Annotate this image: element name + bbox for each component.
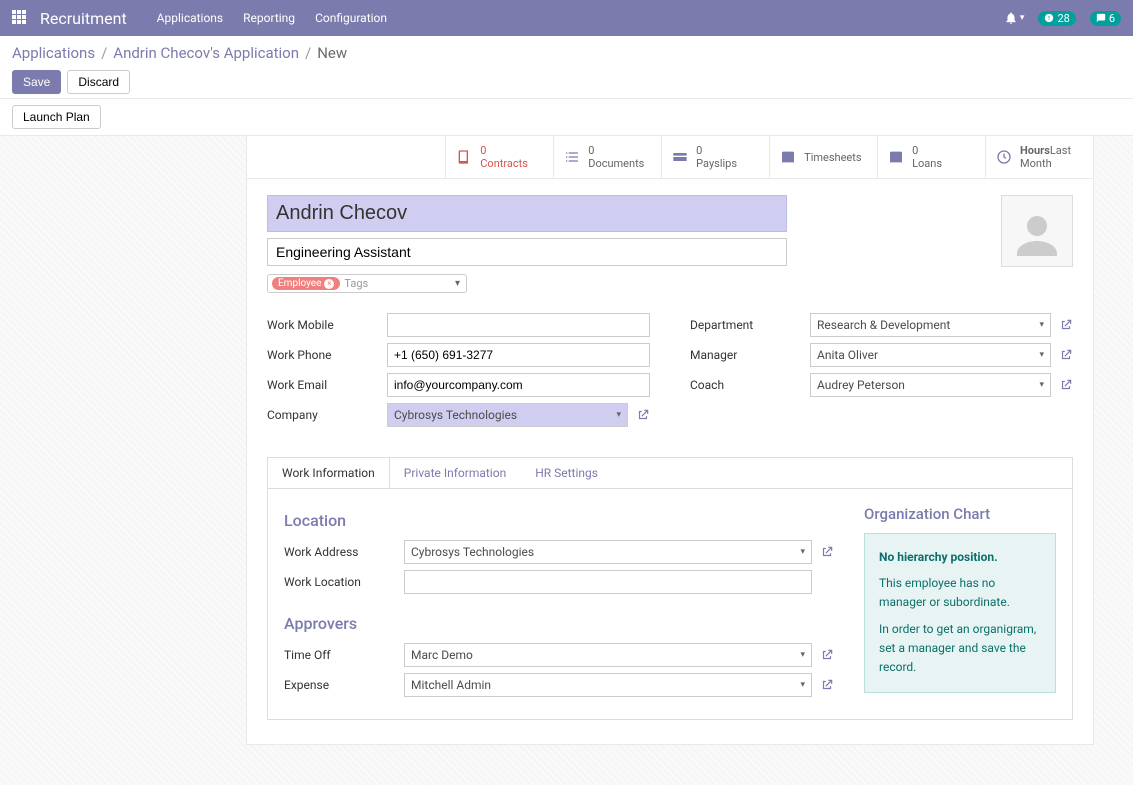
stat-payslips[interactable]: 0Payslips (661, 136, 769, 178)
tags-field[interactable]: Employee× Tags ▾ (267, 274, 467, 293)
activity-badge[interactable]: 28 (1038, 11, 1075, 26)
coach-label: Coach (690, 378, 810, 392)
company-label: Company (267, 408, 387, 422)
time-off-select[interactable]: Marc Demo▾ (404, 643, 812, 667)
work-phone-input[interactable] (387, 343, 650, 367)
breadcrumb: Applications / Andrin Checov's Applicati… (12, 44, 1121, 62)
job-title-input[interactable] (267, 238, 787, 266)
work-email-label: Work Email (267, 378, 387, 392)
work-location-input[interactable] (404, 570, 812, 594)
remove-tag-icon[interactable]: × (324, 279, 334, 289)
form-sheet: 0Contracts 0Documents 0Payslips Timeshee… (246, 136, 1094, 745)
external-link-icon[interactable] (820, 545, 834, 559)
apps-icon[interactable] (12, 10, 28, 26)
avatar-placeholder[interactable] (1001, 195, 1073, 267)
menu-configuration[interactable]: Configuration (315, 11, 387, 25)
breadcrumb-current: New (317, 44, 347, 62)
department-label: Department (690, 318, 810, 332)
org-chart-notice: No hierarchy position. This employee has… (864, 533, 1056, 692)
department-select[interactable]: Research & Development▾ (810, 313, 1051, 337)
tab-private-information[interactable]: Private Information (390, 458, 521, 488)
work-mobile-label: Work Mobile (267, 318, 387, 332)
stat-contracts[interactable]: 0Contracts (445, 136, 553, 178)
external-link-icon[interactable] (820, 648, 834, 662)
external-link-icon[interactable] (820, 678, 834, 692)
org-chart-heading: Organization Chart (864, 505, 1056, 523)
stat-hours[interactable]: HoursLast Month (985, 136, 1093, 178)
time-off-label: Time Off (284, 648, 404, 662)
tab-hr-settings[interactable]: HR Settings (521, 458, 613, 488)
manager-select[interactable]: Anita Oliver▾ (810, 343, 1051, 367)
employee-name-input[interactable] (267, 195, 787, 232)
list-icon (564, 149, 580, 165)
external-link-icon[interactable] (1059, 378, 1073, 392)
work-mobile-input[interactable] (387, 313, 650, 337)
clock-icon (996, 149, 1012, 165)
manager-label: Manager (690, 348, 810, 362)
discard-button[interactable]: Discard (67, 70, 130, 94)
top-nav: Recruitment Applications Reporting Confi… (0, 0, 1133, 36)
chevron-down-icon[interactable]: ▾ (455, 278, 460, 289)
tab-panel-work-info: Location Work Address Cybrosys Technolog… (267, 488, 1073, 720)
tags-placeholder: Tags (344, 277, 368, 290)
top-menu: Applications Reporting Configuration (157, 11, 387, 25)
expense-label: Expense (284, 678, 404, 692)
menu-applications[interactable]: Applications (157, 11, 223, 25)
external-link-icon[interactable] (1059, 348, 1073, 362)
save-button[interactable]: Save (12, 70, 61, 94)
work-email-input[interactable] (387, 373, 650, 397)
stat-buttons: 0Contracts 0Documents 0Payslips Timeshee… (247, 136, 1093, 179)
external-link-icon[interactable] (636, 408, 650, 422)
coach-select[interactable]: Audrey Peterson▾ (810, 373, 1051, 397)
work-location-label: Work Location (284, 575, 404, 589)
company-select[interactable]: Cybrosys Technologies▾ (387, 403, 628, 427)
work-phone-label: Work Phone (267, 348, 387, 362)
stat-loans[interactable]: 0Loans (877, 136, 985, 178)
subheader: Applications / Andrin Checov's Applicati… (0, 36, 1133, 99)
launch-plan-button[interactable]: Launch Plan (12, 105, 101, 129)
calendar-icon (780, 149, 796, 165)
menu-reporting[interactable]: Reporting (243, 11, 295, 25)
approvers-heading: Approvers (284, 614, 834, 633)
tab-bar: Work Information Private Information HR … (267, 457, 1073, 488)
card-icon (672, 149, 688, 165)
stat-spacer (247, 136, 445, 178)
expense-select[interactable]: Mitchell Admin▾ (404, 673, 812, 697)
stat-timesheets[interactable]: Timesheets (769, 136, 877, 178)
external-link-icon[interactable] (1059, 318, 1073, 332)
tag-chip[interactable]: Employee× (272, 277, 340, 290)
tab-work-information[interactable]: Work Information (268, 458, 390, 488)
breadcrumb-item[interactable]: Applications (12, 44, 95, 62)
messaging-badge[interactable]: 6 (1090, 11, 1121, 26)
book-icon (456, 149, 472, 165)
app-title[interactable]: Recruitment (40, 9, 127, 28)
stat-documents[interactable]: 0Documents (553, 136, 661, 178)
calendar-icon (888, 149, 904, 165)
work-address-select[interactable]: Cybrosys Technologies▾ (404, 540, 812, 564)
work-address-label: Work Address (284, 545, 404, 559)
notifications-icon[interactable]: ▾ (1004, 11, 1025, 25)
toolbar: Launch Plan (0, 99, 1133, 136)
breadcrumb-item[interactable]: Andrin Checov's Application (113, 44, 299, 62)
location-heading: Location (284, 511, 834, 530)
